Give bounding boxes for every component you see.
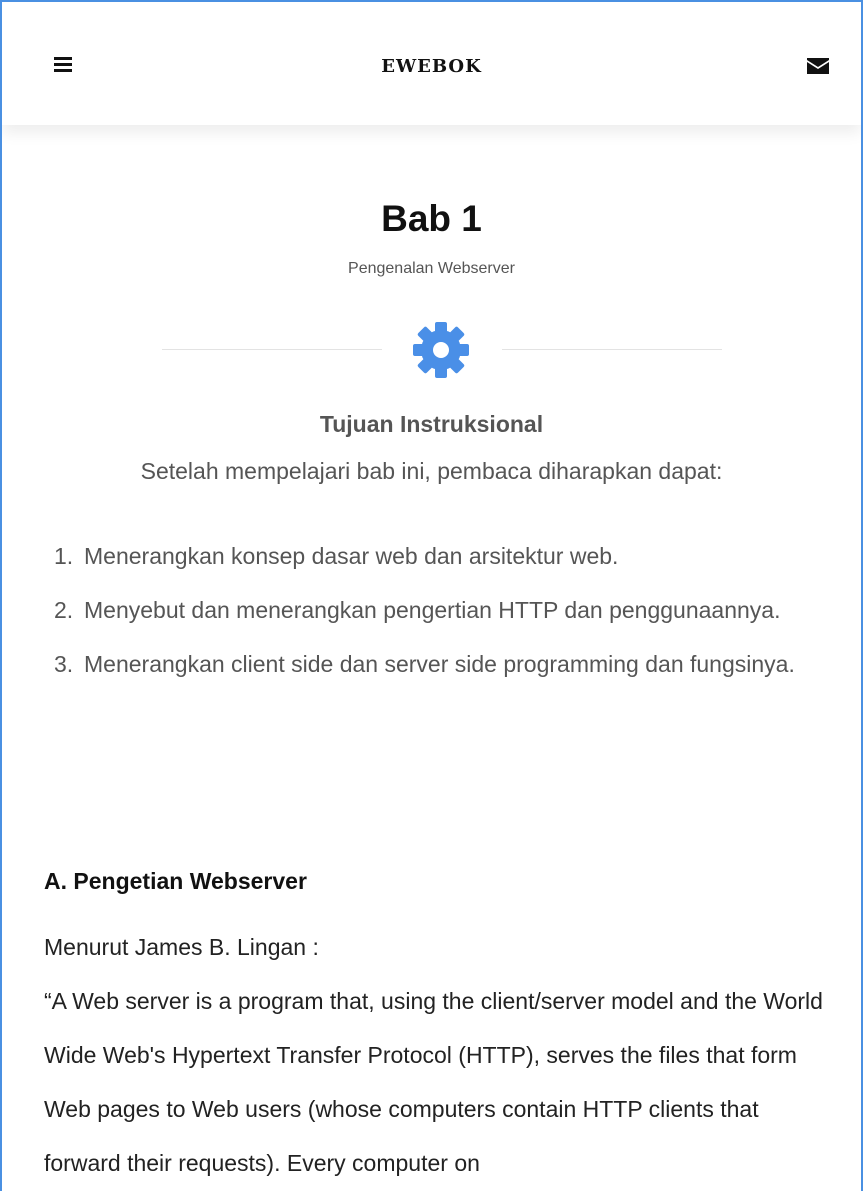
objectives-intro: Setelah mempelajari bab ini, pembaca dih…	[140, 458, 723, 484]
page-frame: EWEBOK Bab 1 Pengenalan Webserver Tujuan…	[0, 0, 863, 1191]
chapter-title: Bab 1	[381, 198, 482, 239]
divider-left	[162, 349, 382, 350]
section-heading: A. Pengetian Webserver	[44, 868, 307, 894]
section-body: Menurut James B. Lingan : “A Web server …	[44, 920, 834, 1190]
list-item-text: Menyebut dan menerangkan pengertian HTTP…	[84, 597, 781, 623]
list-item-text: Menerangkan client side dan server side …	[84, 651, 795, 677]
list-item: 3. Menerangkan client side dan server si…	[2, 638, 802, 690]
brand-logo[interactable]: EWEBOK	[2, 56, 861, 77]
envelope-icon[interactable]	[806, 58, 830, 74]
source-line: Menurut James B. Lingan :	[44, 934, 319, 960]
quote-paragraph: “A Web server is a program that, using t…	[44, 988, 823, 1176]
objectives-list: 1. Menerangkan konsep dasar web dan arsi…	[2, 530, 802, 692]
list-item: 1. Menerangkan konsep dasar web dan arsi…	[2, 530, 802, 582]
list-item-text: Menerangkan konsep dasar web dan arsitek…	[84, 543, 619, 569]
list-item-number: 2.	[54, 597, 74, 623]
gear-icon	[413, 322, 469, 378]
divider-right	[502, 349, 722, 350]
list-item-number: 3.	[54, 651, 74, 677]
top-header: EWEBOK	[2, 2, 861, 125]
chapter-subtitle: Pengenalan Webserver	[348, 260, 515, 277]
objectives-heading: Tujuan Instruksional	[319, 411, 544, 437]
list-item-number: 1.	[54, 543, 74, 569]
list-item: 2. Menyebut dan menerangkan pengertian H…	[2, 584, 802, 636]
